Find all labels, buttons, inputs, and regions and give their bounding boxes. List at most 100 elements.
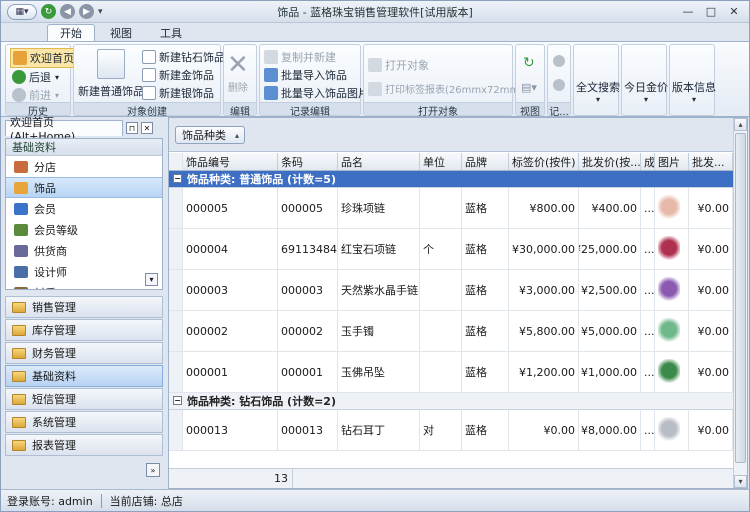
- app-menu-button[interactable]: ▦▾: [7, 3, 37, 20]
- nav-item-label: 会员: [34, 202, 56, 216]
- cell-unit: [420, 352, 462, 392]
- new-silver-button[interactable]: 新建银饰品: [142, 85, 214, 101]
- nav-item-3[interactable]: 会员等级: [6, 219, 162, 240]
- cell-brand: 蓝格: [462, 410, 509, 450]
- category-more-icon[interactable]: »: [146, 463, 160, 477]
- tab-tools[interactable]: 工具: [147, 24, 195, 41]
- collapse-icon[interactable]: −: [173, 174, 182, 183]
- collapse-icon[interactable]: −: [173, 396, 182, 405]
- nav-scroll-down-icon[interactable]: ▾: [145, 273, 158, 286]
- nav-item-6[interactable]: 材质: [6, 282, 162, 289]
- picture-cell: [655, 188, 689, 228]
- nav-item-5[interactable]: 设计师: [6, 261, 162, 282]
- category-item-5[interactable]: 系统管理: [5, 411, 163, 433]
- fulltext-search-button[interactable]: 全文搜索 ▾: [576, 79, 620, 104]
- batch-import-pic-button[interactable]: 批量导入饰品图片: [264, 85, 369, 101]
- version-label: 版本信息: [672, 81, 716, 94]
- qat-dropdown-icon[interactable]: ▾: [98, 7, 103, 17]
- column-header-7[interactable]: 成: [641, 153, 655, 170]
- batch-import-pic-label: 批量导入饰品图片: [281, 87, 369, 100]
- category-item-6[interactable]: 报表管理: [5, 434, 163, 456]
- gold-price-button[interactable]: 今日金价 ▾: [624, 79, 668, 104]
- column-header-9[interactable]: 批发...: [689, 153, 733, 170]
- status-account: 登录账号: admin: [7, 494, 93, 508]
- folder-icon: [12, 347, 26, 359]
- version-info-button[interactable]: 版本信息 ▾: [672, 79, 716, 104]
- new-gold-button[interactable]: 新建金饰品: [142, 67, 214, 83]
- category-item-4[interactable]: 短信管理: [5, 388, 163, 410]
- pin-icon[interactable]: ⊓: [126, 122, 138, 134]
- new-doc-icon: [142, 86, 156, 100]
- view-options-icon[interactable]: ▤▾: [521, 81, 537, 94]
- category-item-1[interactable]: 库存管理: [5, 319, 163, 341]
- panel-close-icon[interactable]: ✕: [141, 122, 153, 134]
- copy-new-button[interactable]: 复制并新建: [264, 49, 336, 65]
- jade-buddha-icon: [658, 359, 680, 385]
- column-header-6[interactable]: 批发价(按...: [579, 153, 641, 170]
- scroll-thumb[interactable]: [735, 133, 746, 463]
- welcome-tab[interactable]: 欢迎首页 (Alt+Home): [5, 116, 123, 143]
- tab-start[interactable]: 开始: [47, 24, 95, 41]
- back-button[interactable]: 后退 ▾: [12, 69, 59, 85]
- batch-import-button[interactable]: 批量导入饰品: [264, 67, 347, 83]
- maximize-icon[interactable]: □: [700, 3, 722, 19]
- table-row[interactable]: 00000469113484...红宝石项链个蓝格¥30,000.00¥25,0…: [169, 229, 733, 270]
- minimize-icon[interactable]: —: [677, 3, 699, 19]
- cell-wholesale: ¥25,000.00: [579, 229, 641, 269]
- category-item-2[interactable]: 财务管理: [5, 342, 163, 364]
- column-header-3[interactable]: 单位: [420, 153, 462, 170]
- nav-items: 分店饰品会员会员等级供货商设计师材质: [6, 156, 162, 289]
- cell-cost: ...: [641, 188, 655, 228]
- column-header-2[interactable]: 品名: [338, 153, 420, 170]
- forward-button[interactable]: 前进 ▾: [12, 87, 59, 103]
- column-header-8[interactable]: 图片: [655, 153, 689, 170]
- print-label-button[interactable]: 打印标签报表(26mmx72mm): [368, 81, 523, 96]
- group-row[interactable]: − 饰品种类: 普通饰品 (计数=5): [169, 171, 733, 188]
- group-rec: 记...: [547, 44, 571, 118]
- header-indent: [169, 153, 183, 170]
- nav-item-2[interactable]: 会员: [6, 198, 162, 219]
- scroll-down-icon[interactable]: ▾: [734, 475, 747, 488]
- column-header-1[interactable]: 条码: [278, 153, 338, 170]
- forward-icon[interactable]: ▶: [79, 4, 94, 19]
- cell-wholesale: ¥1,000.00: [579, 352, 641, 392]
- table-row[interactable]: 000013 000013 钻石耳丁对蓝格 ¥0.00 ¥8,000.00... ¥0.0…: [169, 410, 733, 451]
- scroll-up-icon[interactable]: ▴: [734, 118, 747, 131]
- vertical-scrollbar[interactable]: ▴ ▾: [733, 118, 747, 488]
- fulltext-label: 全文搜索: [576, 81, 620, 94]
- category-label: 报表管理: [32, 439, 76, 452]
- back-icon[interactable]: ◀: [60, 4, 75, 19]
- table-row[interactable]: 000005 000005 珍珠项链 蓝格 ¥800.00 ¥400.00... ¥0.00: [169, 188, 733, 229]
- category-item-0[interactable]: 销售管理: [5, 296, 163, 318]
- nav-item-1[interactable]: 饰品: [6, 177, 162, 198]
- close-icon[interactable]: ✕: [723, 3, 745, 19]
- home-button[interactable]: 欢迎首页: [10, 48, 77, 68]
- refresh-view-icon[interactable]: ↻: [523, 55, 535, 71]
- new-diamond-button[interactable]: 新建钻石饰品: [142, 49, 225, 65]
- table-row[interactable]: 000002 000002 玉手镯 蓝格 ¥5,800.00 ¥5,000.00... ¥0…: [169, 311, 733, 352]
- record-icon-2[interactable]: [553, 79, 565, 91]
- nav-item-0[interactable]: 分店: [6, 156, 162, 177]
- table-row[interactable]: 000003 000003 天然紫水晶手链 蓝格 ¥3,000.00 ¥2,500.00.…: [169, 270, 733, 311]
- category-item-3[interactable]: 基础资料: [5, 365, 163, 387]
- nav-item-4[interactable]: 供货商: [6, 240, 162, 261]
- version-dropdown-icon: ▾: [691, 95, 696, 104]
- open-folder-icon: [368, 58, 382, 72]
- delete-button[interactable]: ✕ 删除: [227, 51, 249, 94]
- open-object-button[interactable]: 打开对象: [368, 57, 429, 73]
- table-row[interactable]: 000001 000001 玉佛吊坠 蓝格 ¥1,200.00 ¥1,000.00... ¥…: [169, 352, 733, 393]
- delete-x-icon: ✕: [227, 50, 249, 80]
- new-normal-button[interactable]: 新建普通饰品: [78, 49, 144, 99]
- record-icon-1[interactable]: [553, 55, 565, 67]
- column-header-5[interactable]: 标签价(按件): [509, 153, 579, 170]
- group-row[interactable]: − 饰品种类: 钻石饰品 (计数=2): [169, 393, 733, 410]
- copy-new-label: 复制并新建: [281, 51, 336, 64]
- group-by-chip[interactable]: 饰品种类: [175, 126, 245, 144]
- folder-icon: [12, 301, 26, 313]
- cell-name: 红宝石项链: [338, 229, 420, 269]
- column-header-4[interactable]: 品牌: [462, 153, 509, 170]
- refresh-icon[interactable]: ↻: [41, 4, 56, 19]
- column-header-0[interactable]: 饰品编号: [183, 153, 278, 170]
- cell-cost: ...: [641, 229, 655, 269]
- tab-view[interactable]: 视图: [97, 24, 145, 41]
